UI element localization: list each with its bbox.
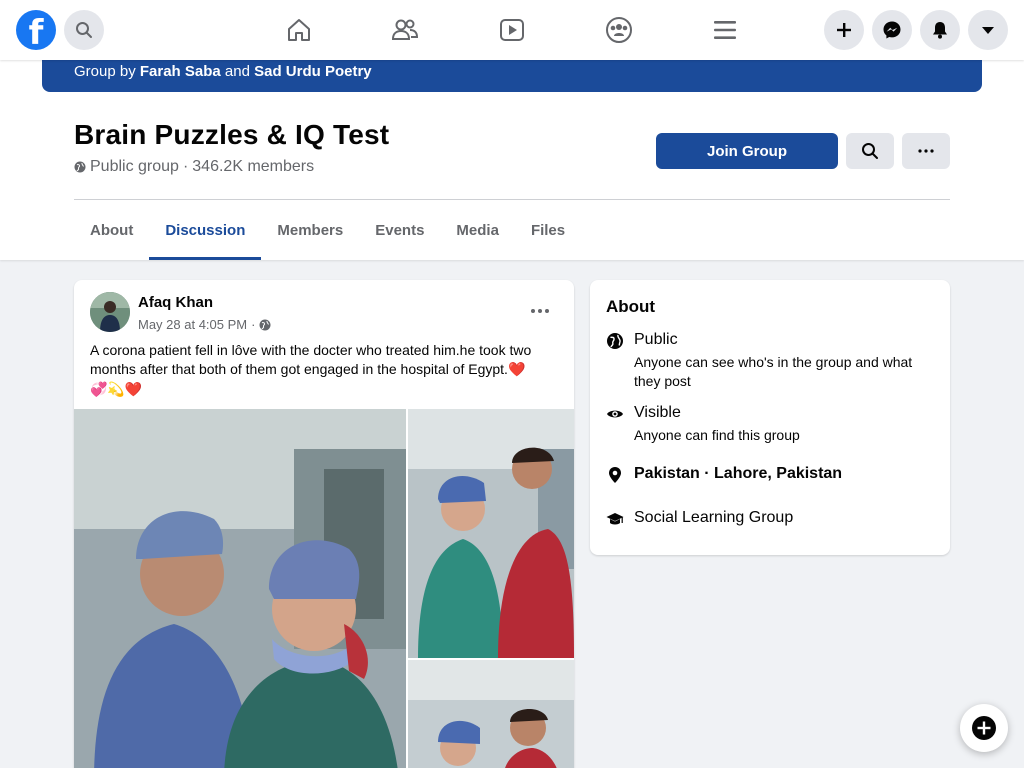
post-body: A corona patient fell in lôve with the d… xyxy=(90,342,532,377)
avatar-image xyxy=(90,292,130,332)
messenger-button[interactable] xyxy=(872,10,912,50)
group-owner-link[interactable]: Sad Urdu Poetry xyxy=(254,63,372,80)
nav-watch-button[interactable] xyxy=(492,12,532,48)
post-photo-main[interactable] xyxy=(74,409,406,768)
tab-about[interactable]: About xyxy=(74,200,149,260)
group-owner-link[interactable]: Farah Saba xyxy=(140,63,221,80)
nav-groups-button[interactable] xyxy=(599,12,639,48)
facebook-logo[interactable]: f xyxy=(16,10,56,50)
group-tabs: About Discussion Members Events Media Fi… xyxy=(74,200,581,260)
post-meta: May 28 at 4:05 PM · xyxy=(138,317,271,332)
meta-separator: · xyxy=(251,317,256,332)
compose-plus-icon xyxy=(972,716,996,740)
about-card: About Public Anyone can see who's in the… xyxy=(590,280,950,555)
photo-image xyxy=(74,409,406,768)
post-timestamp[interactable]: May 28 at 4:05 PM xyxy=(138,317,247,332)
account-dropdown-icon xyxy=(982,27,994,34)
about-row-title[interactable]: Pakistan · Lahore, Pakistan xyxy=(634,465,842,483)
photo-image xyxy=(408,660,574,768)
tab-discussion[interactable]: Discussion xyxy=(149,200,262,260)
account-menu-button[interactable] xyxy=(968,10,1008,50)
create-button[interactable] xyxy=(824,10,864,50)
notifications-button[interactable] xyxy=(920,10,960,50)
globe-icon xyxy=(74,161,86,173)
create-icon xyxy=(837,23,851,37)
friends-icon xyxy=(391,19,419,40)
location-pin-icon xyxy=(609,467,621,483)
photo-image xyxy=(408,409,574,658)
group-header: Group by Farah Saba and Sad Urdu Poetry … xyxy=(0,60,1024,260)
post-emoji: ❤️ xyxy=(507,362,526,378)
tab-events[interactable]: Events xyxy=(359,200,440,260)
tab-media[interactable]: Media xyxy=(440,200,515,260)
post-photo-2[interactable] xyxy=(408,409,574,658)
about-row-location: Pakistan · Lahore, Pakistan xyxy=(606,465,936,487)
group-title: Brain Puzzles & IQ Test xyxy=(74,119,390,150)
cover-photo-strip: Group by Farah Saba and Sad Urdu Poetry xyxy=(42,60,982,92)
new-message-button[interactable] xyxy=(960,704,1008,752)
about-row-title: Social Learning Group xyxy=(634,509,794,526)
post-photo-3[interactable] xyxy=(408,660,574,768)
nav-friends-button[interactable] xyxy=(385,12,425,48)
group-member-count[interactable]: 346.2K members xyxy=(192,158,314,176)
about-heading: About xyxy=(606,297,656,316)
post-emoji-line: 💞💫❤️ xyxy=(90,382,143,398)
eye-icon xyxy=(607,410,623,418)
about-row-title: Visible xyxy=(634,404,681,421)
nav-home-button[interactable] xyxy=(279,12,319,48)
meta-separator: · xyxy=(182,158,189,175)
globe-icon xyxy=(607,333,623,349)
post-options-button[interactable] xyxy=(524,295,556,327)
graduation-cap-icon xyxy=(606,513,624,525)
globe-icon xyxy=(259,319,271,330)
post-author[interactable]: Afaq Khan xyxy=(138,294,213,311)
top-navigation-bar: f xyxy=(0,0,1024,60)
about-row-visible: Visible Anyone can find this group xyxy=(606,404,936,446)
about-row-public: Public Anyone can see who's in the group… xyxy=(606,331,936,389)
author-avatar[interactable] xyxy=(90,292,130,332)
join-group-button[interactable]: Join Group xyxy=(656,133,838,169)
group-privacy[interactable]: Public group xyxy=(90,158,179,176)
search-icon xyxy=(76,22,92,38)
watch-icon xyxy=(500,19,524,41)
messenger-icon xyxy=(883,21,901,39)
cover-prefix: Group by xyxy=(74,63,136,80)
about-row-group-type: Social Learning Group xyxy=(606,509,936,531)
post-card: Afaq Khan May 28 at 4:05 PM · A corona p… xyxy=(74,280,574,768)
groups-icon xyxy=(606,17,632,43)
nav-menu-button[interactable] xyxy=(705,12,745,48)
group-more-options-button[interactable] xyxy=(902,133,950,169)
menu-icon xyxy=(714,21,736,39)
search-button[interactable] xyxy=(64,10,104,50)
group-search-button[interactable] xyxy=(846,133,894,169)
about-row-subtitle: Anyone can see who's in the group and wh… xyxy=(634,354,913,389)
about-row-title: Public xyxy=(634,331,678,348)
search-icon xyxy=(862,143,878,159)
tab-members[interactable]: Members xyxy=(261,200,359,260)
group-meta: Public group · 346.2K members xyxy=(74,158,314,176)
about-row-subtitle: Anyone can find this group xyxy=(634,427,800,443)
more-horizontal-icon xyxy=(918,149,934,153)
cover-conjunction: and xyxy=(224,63,250,80)
notifications-icon xyxy=(933,22,947,39)
post-text: A corona patient fell in lôve with the d… xyxy=(90,341,560,400)
more-horizontal-icon xyxy=(531,309,549,313)
tab-files[interactable]: Files xyxy=(515,200,581,260)
home-icon xyxy=(288,19,310,41)
